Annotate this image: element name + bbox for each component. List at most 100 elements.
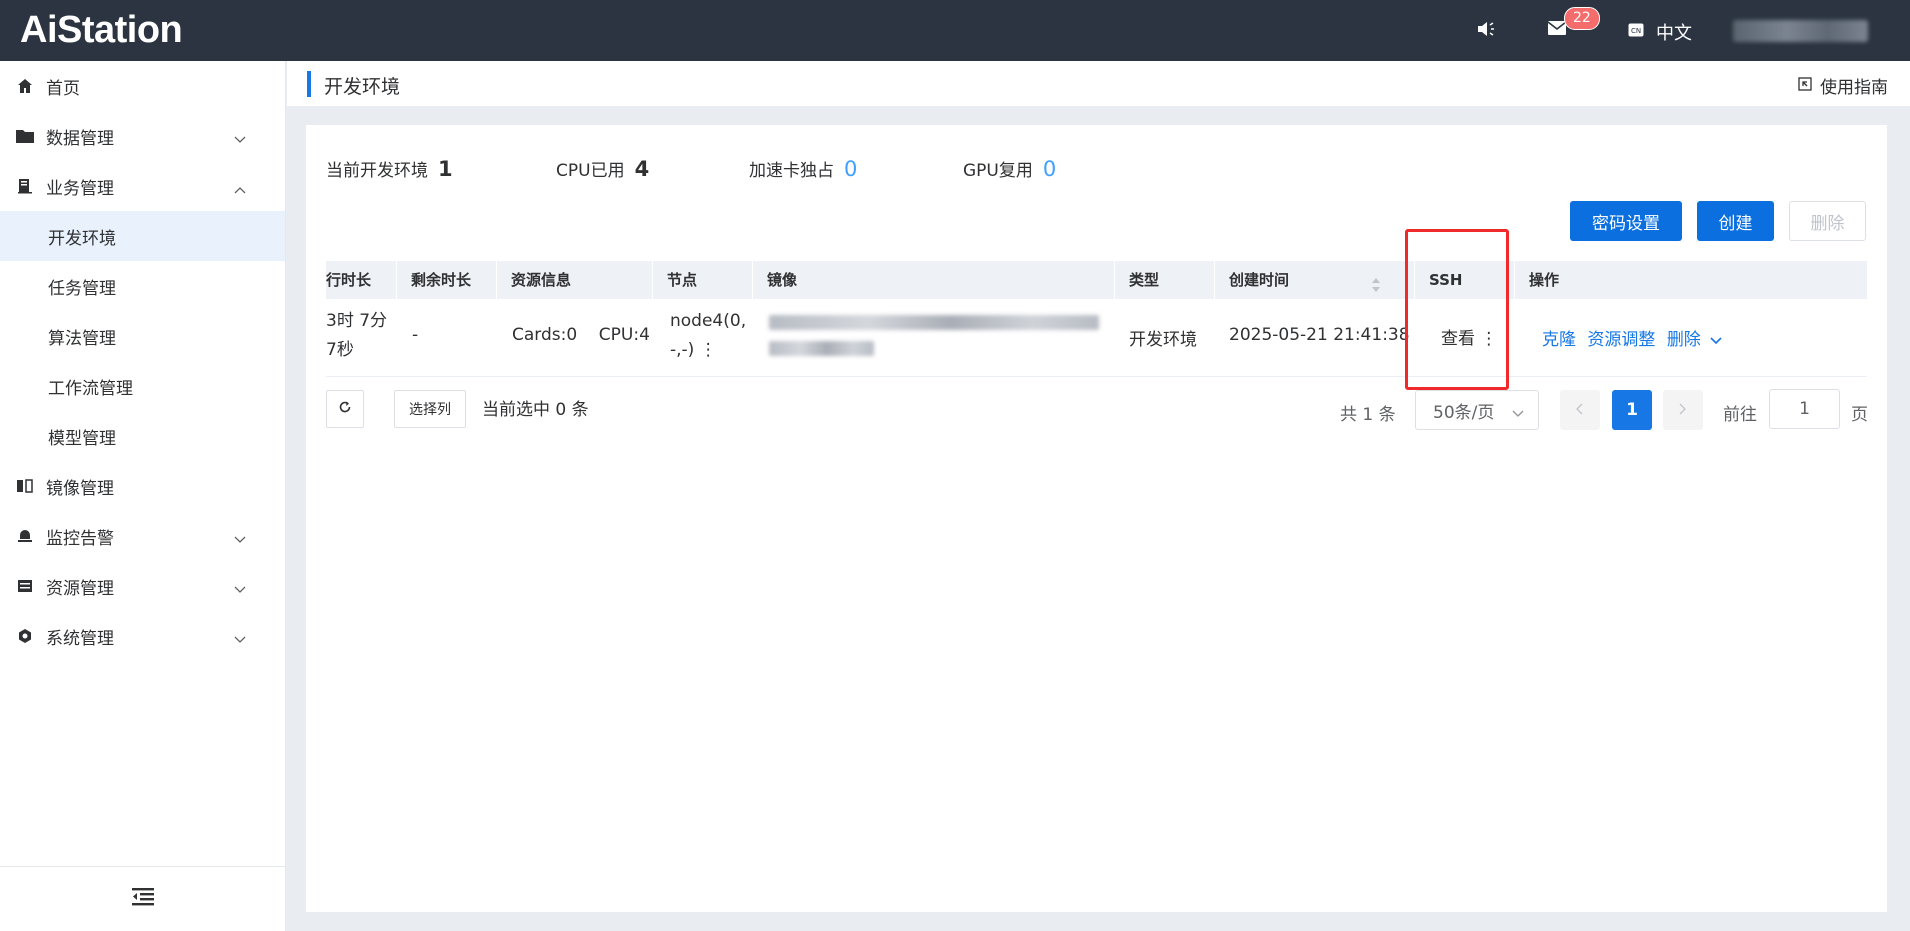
chevron-down-icon — [234, 629, 246, 649]
image-icon — [16, 477, 34, 495]
col-ops[interactable]: 操作 — [1515, 261, 1867, 299]
page-size-value: 50条/页 — [1433, 402, 1495, 423]
refresh-icon — [338, 399, 352, 419]
sidebar-item-system[interactable]: 系统管理 — [0, 611, 285, 661]
cell-node[interactable]: node4(0, -,-) ⋮ — [670, 307, 746, 365]
chevron-right-icon — [1679, 400, 1687, 420]
blurred-image-line1 — [769, 315, 1099, 330]
sidebar-item-label: 工作流管理 — [48, 378, 133, 399]
system-icon — [16, 627, 34, 645]
sidebar-item-resources[interactable]: 资源管理 — [0, 561, 285, 611]
sidebar-item-label: 系统管理 — [46, 628, 114, 649]
language-switch[interactable]: 中文 — [1656, 19, 1692, 45]
sidebar-item-label: 镜像管理 — [46, 478, 114, 499]
ssh-view-button[interactable]: 查看 ⋮ — [1441, 324, 1497, 349]
alarm-icon — [16, 527, 34, 545]
col-remaining[interactable]: 剩余时长 — [397, 261, 497, 299]
password-settings-button[interactable]: 密码设置 — [1570, 201, 1682, 241]
sidebar-item-label: 首页 — [46, 78, 80, 99]
sidebar-item-models[interactable]: 模型管理 — [0, 411, 285, 461]
chevron-left-icon — [1576, 400, 1584, 420]
stat-label: 当前开发环境 — [326, 161, 428, 181]
col-image[interactable]: 镜像 — [753, 261, 1115, 299]
svg-text:CN: CN — [1631, 27, 1641, 35]
sidebar-item-business[interactable]: 业务管理 — [0, 161, 285, 211]
stat-accel-card: 加速卡独占 0 — [749, 156, 857, 181]
cell-image-blurred — [769, 313, 1109, 363]
col-resource[interactable]: 资源信息 — [497, 261, 653, 299]
sidebar-item-home[interactable]: 首页 — [0, 61, 285, 111]
stat-label: CPU已用 — [556, 161, 625, 181]
sidebar: 首页 数据管理 业务管理 开发环境 任务管理 算法管理 工作流管理 模型管理 镜… — [0, 61, 286, 931]
cell-node-line2: -,-) ⋮ — [670, 340, 717, 360]
total-count: 共 1 条 — [1340, 405, 1396, 425]
table-row[interactable]: 3时 7分 7秒 - Cards:0 CPU:4 node4(0, -,-) ⋮… — [326, 299, 1867, 377]
stat-label: 加速卡独占 — [749, 161, 834, 181]
stat-label: GPU复用 — [963, 161, 1033, 181]
col-created[interactable]: 创建时间 — [1215, 261, 1415, 299]
stat-value: 0 — [1042, 157, 1057, 181]
collapse-sidebar-button[interactable] — [0, 866, 285, 931]
page-title-bar: 开发环境 使用指南 — [287, 61, 1910, 106]
speaker-icon[interactable] — [1476, 20, 1496, 43]
goto-page-input[interactable]: 1 — [1769, 389, 1840, 429]
cell-type: 开发环境 — [1129, 330, 1197, 350]
next-page-button[interactable] — [1663, 390, 1703, 430]
chevron-down-icon — [234, 129, 246, 149]
stat-dev-env: 当前开发环境 1 — [326, 156, 453, 181]
prev-page-button[interactable] — [1560, 390, 1600, 430]
resource-adjust-link[interactable]: 资源调整 — [1587, 330, 1655, 350]
goto-label: 前往 — [1723, 405, 1757, 425]
clone-link[interactable]: 克隆 — [1542, 330, 1576, 350]
chevron-up-icon — [234, 179, 246, 199]
delete-button[interactable]: 删除 — [1789, 201, 1866, 241]
cell-node-line1: node4(0, — [670, 311, 747, 331]
blurred-image-line2 — [769, 341, 874, 356]
sidebar-item-tasks[interactable]: 任务管理 — [0, 261, 285, 311]
page-size-select[interactable]: 50条/页 — [1415, 390, 1539, 430]
user-name-blurred[interactable] — [1733, 20, 1868, 42]
sidebar-item-label: 监控告警 — [46, 528, 114, 549]
sidebar-item-workflows[interactable]: 工作流管理 — [0, 361, 285, 411]
cell-created: 2025-05-21 21:41:38 — [1229, 325, 1410, 345]
home-icon — [16, 77, 34, 95]
table-header: 行时长 剩余时长 资源信息 节点 镜像 类型 创建时间 SSH 操作 — [326, 261, 1867, 299]
sidebar-item-dev-env[interactable]: 开发环境 — [0, 211, 285, 261]
sidebar-item-label: 模型管理 — [48, 428, 116, 449]
business-icon — [16, 177, 34, 195]
user-guide-label: 使用指南 — [1820, 78, 1888, 98]
stat-gpu: GPU复用 0 — [963, 156, 1056, 181]
refresh-button[interactable] — [326, 390, 364, 428]
more-chevron-down-icon[interactable] — [1710, 330, 1722, 350]
col-ssh[interactable]: SSH — [1415, 261, 1515, 299]
stat-cpu: CPU已用 4 — [556, 156, 649, 181]
external-link-icon — [1798, 76, 1812, 96]
col-type[interactable]: 类型 — [1115, 261, 1215, 299]
app-logo[interactable]: AiStation — [20, 9, 183, 52]
sidebar-item-monitoring[interactable]: 监控告警 — [0, 511, 285, 561]
create-button[interactable]: 创建 — [1697, 201, 1774, 241]
page-number-button[interactable]: 1 — [1612, 390, 1652, 430]
user-guide-link[interactable]: 使用指南 — [1798, 73, 1888, 98]
page-title: 开发环境 — [324, 76, 401, 98]
top-header: AiStation 22 CN 中文 — [0, 0, 1910, 61]
sidebar-item-algorithms[interactable]: 算法管理 — [0, 311, 285, 361]
chevron-down-icon — [234, 579, 246, 599]
chevron-down-icon — [1512, 403, 1524, 423]
main-card: 当前开发环境 1 CPU已用 4 加速卡独占 0 GPU复用 0 密码设置 创建 删除 … — [306, 125, 1887, 912]
cell-runtime-line1: 3时 7分 — [326, 311, 388, 331]
sidebar-item-data[interactable]: 数据管理 — [0, 111, 285, 161]
mail-count-badge: 22 — [1564, 7, 1600, 30]
language-icon[interactable]: CN — [1628, 22, 1644, 42]
col-runtime[interactable]: 行时长 — [326, 261, 397, 299]
sidebar-item-label: 业务管理 — [46, 178, 114, 199]
row-delete-link[interactable]: 删除 — [1667, 330, 1701, 350]
sidebar-item-label: 任务管理 — [48, 278, 116, 299]
title-accent-bar — [307, 71, 311, 97]
col-node[interactable]: 节点 — [653, 261, 753, 299]
stat-value: 1 — [438, 157, 453, 181]
sort-icon[interactable] — [1371, 270, 1381, 299]
select-columns-button[interactable]: 选择列 — [394, 390, 466, 428]
sidebar-item-images[interactable]: 镜像管理 — [0, 461, 285, 511]
cell-runtime-line2: 7秒 — [326, 340, 354, 360]
